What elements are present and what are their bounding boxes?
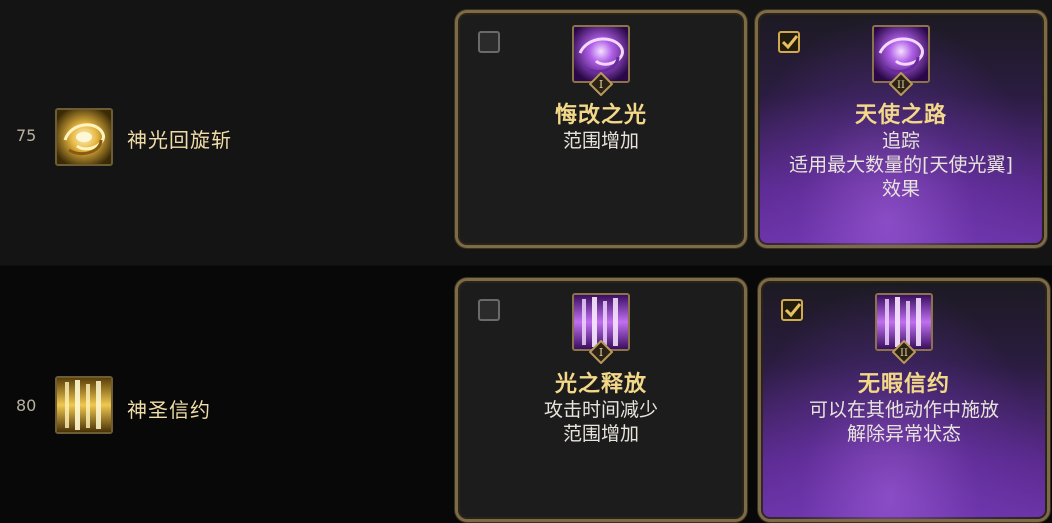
option-text: 光之释放 攻击时间减少 范围增加	[458, 370, 744, 446]
option-effect: 追踪	[881, 130, 920, 152]
option-effect: 解除异常状态	[846, 423, 961, 445]
option-title: 悔改之光	[554, 102, 647, 128]
option-text: 悔改之光 范围增加	[458, 101, 744, 153]
skill-level: 75	[16, 126, 37, 145]
option-text: 天使之路 追踪 适用最大数量的[天使光翼] 效果	[758, 101, 1044, 201]
rune-option-card-1[interactable]: I 悔改之光 范围增加	[455, 10, 747, 248]
option-title: 天使之路	[854, 102, 947, 128]
rune-option-card-1[interactable]: I 光之释放 攻击时间减少 范围增加	[455, 278, 747, 522]
rune-i-badge-icon: I	[589, 340, 613, 364]
option-text: 无暇信约 可以在其他动作中施放 解除异常状态	[761, 370, 1047, 446]
svg-text:I: I	[599, 78, 603, 91]
option-effect: 适用最大数量的[天使光翼]	[789, 154, 1013, 176]
golden-light-pillars-icon	[55, 376, 113, 434]
skill-name: 神圣信约	[127, 398, 211, 422]
rune-option-card-2[interactable]: II 无暇信约 可以在其他动作中施放 解除异常状态	[758, 278, 1050, 522]
rune-ii-badge-icon: II	[889, 72, 913, 96]
rune-i-badge-icon: I	[589, 72, 613, 96]
option-title: 无暇信约	[857, 371, 950, 397]
option-title: 光之释放	[554, 371, 647, 397]
svg-text:I: I	[599, 346, 603, 359]
skill-name: 神光回旋斩	[127, 128, 232, 152]
skill-level: 80	[16, 396, 37, 415]
option-effect: 效果	[881, 178, 920, 200]
rune-option-card-2[interactable]: II 天使之路 追踪 适用最大数量的[天使光翼] 效果	[755, 10, 1047, 248]
svg-text:II: II	[897, 80, 905, 91]
option-checkbox[interactable]	[478, 31, 500, 53]
skill-row-75: 75 神光回旋斩 I 悔改之光 范围增加 II 天使之路 追踪 适用最大数量的[…	[0, 0, 1052, 265]
skill-row-80: 80 神圣信约 I 光之释放 攻击时间减少 范围增加 II 无暇信约 可以在其他…	[0, 266, 1052, 523]
golden-spiral-icon	[55, 108, 113, 166]
checkmark-icon	[781, 35, 799, 50]
option-effect: 范围增加	[562, 423, 639, 445]
option-checkbox-checked[interactable]	[781, 299, 803, 321]
checkmark-icon	[784, 303, 802, 318]
option-checkbox[interactable]	[478, 299, 500, 321]
svg-text:II: II	[900, 348, 908, 359]
rune-ii-badge-icon: II	[892, 340, 916, 364]
option-checkbox-checked[interactable]	[778, 31, 800, 53]
option-effect: 攻击时间减少	[543, 399, 658, 421]
option-effect: 可以在其他动作中施放	[808, 399, 999, 421]
option-effect: 范围增加	[562, 130, 639, 152]
